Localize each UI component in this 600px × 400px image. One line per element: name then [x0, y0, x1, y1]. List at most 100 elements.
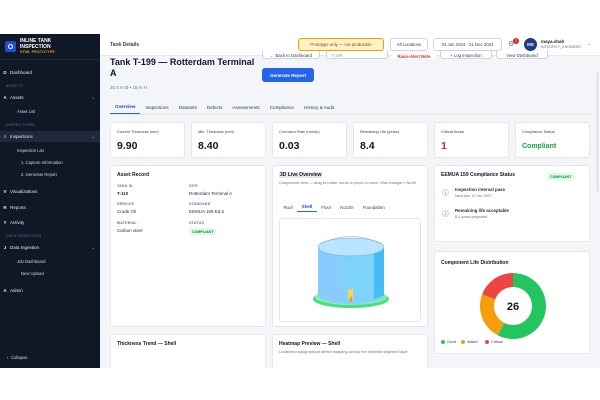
sidebar-item-generate-report[interactable]: 2. Generate Report	[21, 172, 57, 177]
visualizations-icon: V	[3, 189, 7, 194]
field-label: MATERIAL	[117, 221, 137, 225]
sidebar-item-label: Data Ingestion	[10, 245, 40, 250]
reports-icon: R	[3, 205, 7, 210]
tab-nozzle[interactable]: Nozzle	[336, 202, 358, 212]
field-label: SERVICE	[117, 202, 135, 206]
kpi-value: 8.40	[198, 140, 219, 152]
user-menu-chevron-icon[interactable]: ⌄	[587, 41, 591, 47]
avatar[interactable]: MS	[524, 38, 537, 51]
slice-watch[interactable]	[480, 294, 505, 336]
brand-tagline: HTML PROTOTYPE	[20, 50, 55, 54]
step-number: 1	[442, 189, 449, 196]
sidebar-item-job-dashboard[interactable]: Job Dashboard	[17, 259, 45, 264]
compliance-item-title: Remaining life acceptable	[455, 208, 509, 213]
kpi-critical-areas: Critical Areas 1	[434, 122, 509, 158]
tab-defects[interactable]: Defects	[202, 100, 228, 114]
sidebar-item-label: Inspections	[10, 134, 33, 139]
legend-swatch	[461, 340, 465, 344]
sidebar-item-admin[interactable]: A Admin	[0, 285, 100, 296]
tab-roof[interactable]: Roof	[279, 202, 297, 212]
app-frame: INLINE TANK INSPECTION HTML PROTOTYPE D …	[0, 34, 600, 368]
sidebar-item-label: Assets	[10, 95, 24, 100]
sidebar-item-reports[interactable]: R Reports	[0, 202, 100, 213]
compliance-badge: COMPLIANT	[547, 173, 575, 180]
field-label: STATUS	[189, 221, 205, 225]
3d-viewport[interactable]	[279, 218, 421, 322]
legend-item-watch: Watch	[461, 340, 478, 344]
kpi-label: Current Thickness (mm)	[117, 129, 159, 134]
kpi-value: 0.03	[279, 140, 300, 152]
page-scrollbar[interactable]	[596, 72, 599, 192]
card-title: 3D Live Overview	[279, 172, 323, 178]
kpi-value: 1	[441, 140, 447, 152]
sidebar-item-asset-list[interactable]: Asset List	[17, 109, 35, 114]
sidebar-item-label: Admin	[10, 288, 23, 293]
tab-foundation[interactable]: Foundation	[358, 202, 389, 212]
inspections-icon: I	[4, 134, 6, 139]
asset-record-card: Asset Record TANK ID T-110 SITE Rotterda…	[110, 165, 266, 327]
brand-logo-icon	[5, 41, 16, 52]
sidebar-item-inspection-list[interactable]: Inspection List	[17, 148, 44, 153]
legend-label: Good	[447, 340, 457, 344]
raise-alert-button[interactable]: Raise Alert Note	[392, 51, 436, 59]
field-label: TANK ID	[117, 184, 133, 188]
tank-id-value: T-110	[117, 191, 129, 196]
compliance-item-subtitle: Next due 12 Jan 2027	[455, 194, 493, 198]
legend-item-critical: Critical	[485, 340, 503, 344]
back-to-dashboard-button[interactable]: ← Back to Dashboard	[262, 51, 320, 59]
collapse-label: Collapse	[10, 355, 28, 360]
tab-shell[interactable]: Shell	[297, 202, 317, 212]
log-inspection-button[interactable]: + Log Inspection	[440, 51, 492, 59]
sidebar-item-new-upload[interactable]: New Upload	[21, 271, 44, 276]
tab-assessments[interactable]: Assessments	[227, 100, 264, 114]
tab-floor[interactable]: Floor	[317, 202, 336, 212]
tab-compliance[interactable]: Compliance	[265, 100, 299, 114]
admin-icon: A	[3, 288, 7, 293]
sidebar-item-visualizations[interactable]: V Visualizations	[0, 186, 100, 197]
section-label-data-ingestion: DATA INGESTION	[6, 234, 42, 238]
kpi-value: 8.4	[360, 140, 375, 152]
sidebar-item-dashboard[interactable]: D Dashboard	[0, 67, 100, 78]
brand[interactable]: INLINE TANK INSPECTION HTML PROTOTYPE	[0, 34, 100, 60]
tab-history-audit[interactable]: History & Audit	[299, 100, 339, 114]
sidebar-item-inspections[interactable]: I Inspections ⌄	[0, 131, 100, 142]
notification-badge: 2	[513, 38, 519, 44]
service-value: Crude Oil	[117, 209, 137, 214]
section-label-inspections: INSPECTIONS	[6, 123, 36, 127]
location-select[interactable]: All Locations	[390, 38, 428, 51]
legend-swatch	[441, 340, 445, 344]
heatmap-preview-card: Heatmap Preview — Shell Localized topogr…	[272, 334, 428, 368]
tab-inspections[interactable]: Inspections	[140, 100, 173, 114]
kpi-label: Min. Thickness (mm)	[198, 129, 235, 134]
tab-datasets[interactable]: Datasets	[174, 100, 202, 114]
sidebar-item-activity[interactable]: Y Activity	[0, 217, 100, 228]
tank-select[interactable]: T-199	[326, 51, 388, 59]
kpi-min-thickness: Min. Thickness (mm) 8.40	[191, 122, 266, 158]
sidebar-item-capture-information[interactable]: 1. Capture Information	[21, 160, 63, 165]
site-value: Rotterdam Terminal A	[189, 191, 233, 196]
view-dashboard-button[interactable]: View Dashboard	[496, 51, 548, 59]
kpi-label: Remaining Life (years)	[360, 129, 400, 134]
sidebar-item-assets[interactable]: A Assets ⌄	[0, 92, 100, 103]
dashboard-icon: D	[3, 70, 7, 75]
sidebar-item-label: Activity	[10, 220, 25, 225]
material-value: Carbon steel	[117, 228, 143, 233]
tab-overview[interactable]: Overview	[110, 100, 141, 114]
standard-value: EEMUA 159 Ed.6	[189, 209, 225, 214]
kpi-label: Critical Areas	[441, 129, 464, 134]
date-range-picker[interactable]: 01 Jan 2024 - 31 Dec 2024	[433, 38, 502, 51]
slice-critical[interactable]	[482, 273, 513, 300]
status-badge: COMPLIANT	[189, 228, 217, 235]
assets-icon: A	[3, 95, 7, 100]
tank-3d-model	[313, 236, 389, 308]
card-description: Component view — drag to rotate, scroll …	[279, 180, 418, 185]
collapse-sidebar-button[interactable]: ‹ Collapse	[7, 355, 28, 360]
kpi-label: Compliance Status	[522, 129, 555, 134]
kpi-remaining-life: Remaining Life (years) 8.4	[353, 122, 428, 158]
compliance-item-title: Inspection interval pass	[455, 187, 506, 192]
sidebar-item-data-ingestion[interactable]: J Data Ingestion ⌄	[0, 242, 100, 253]
generate-report-button[interactable]: Generate Report	[262, 68, 314, 82]
kpi-current-thickness: Current Thickness (mm) 9.90	[110, 122, 185, 158]
sidebar-item-label: Visualizations	[10, 189, 38, 194]
kpi-value: Compliant	[522, 143, 557, 150]
